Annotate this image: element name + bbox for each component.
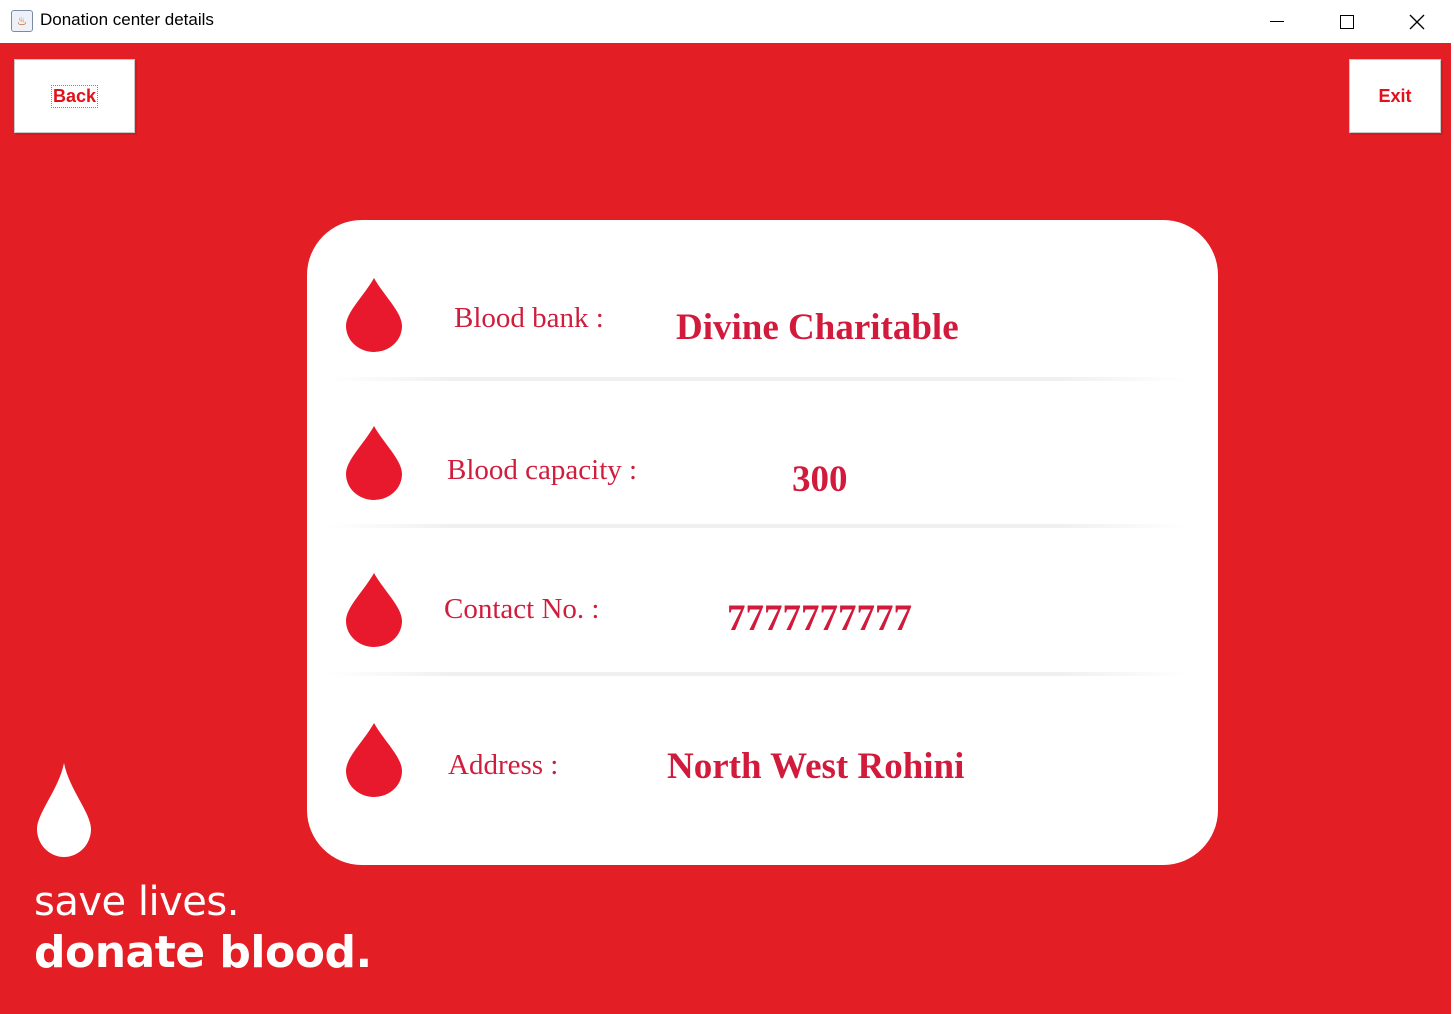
blood-capacity-label: Blood capacity : [447, 454, 638, 486]
details-card: Blood bank : Divine Charitable Blood cap… [307, 220, 1218, 865]
blood-drop-icon [37, 763, 91, 857]
blood-bank-value: Divine Charitable [676, 307, 959, 348]
blood-drop-icon [346, 573, 402, 647]
address-value: North West Rohini [667, 746, 965, 787]
slogan-line-2: donate blood. [34, 927, 372, 978]
slogan-line-1: save lives. [34, 879, 239, 925]
blood-drop-icon [346, 278, 402, 352]
detail-row-blood-capacity: Blood capacity : 300 [307, 418, 1218, 538]
blood-drop-icon [346, 723, 402, 797]
detail-row-blood-bank: Blood bank : Divine Charitable [307, 270, 1218, 390]
maximize-button[interactable] [1312, 0, 1382, 43]
java-cup-icon: ♨ [11, 10, 33, 32]
address-label: Address : [448, 749, 559, 781]
detail-row-contact: Contact No. : 7777777777 [307, 565, 1218, 685]
blood-drop-icon [346, 426, 402, 500]
divider [327, 524, 1187, 528]
title-bar: ♨ Donation center details [0, 0, 1454, 44]
minimize-button[interactable] [1242, 0, 1312, 43]
minimize-icon [1270, 21, 1284, 22]
window-title: Donation center details [40, 10, 214, 29]
back-button[interactable]: Back [14, 59, 135, 133]
maximize-icon [1340, 14, 1354, 29]
contact-value: 7777777777 [727, 598, 912, 639]
exit-button[interactable]: Exit [1349, 59, 1441, 133]
back-button-label: Back [50, 84, 99, 108]
content-area: Back Exit Blood bank : Divine Charitable… [0, 43, 1451, 1014]
exit-button-label: Exit [1378, 85, 1412, 106]
close-button[interactable] [1382, 0, 1452, 43]
divider [327, 377, 1187, 381]
close-icon [1409, 14, 1425, 29]
contact-label: Contact No. : [444, 593, 600, 625]
detail-row-address: Address : North West Rohini [307, 715, 1218, 835]
blood-capacity-value: 300 [792, 459, 848, 500]
divider [327, 672, 1187, 676]
blood-bank-label: Blood bank : [454, 302, 604, 334]
